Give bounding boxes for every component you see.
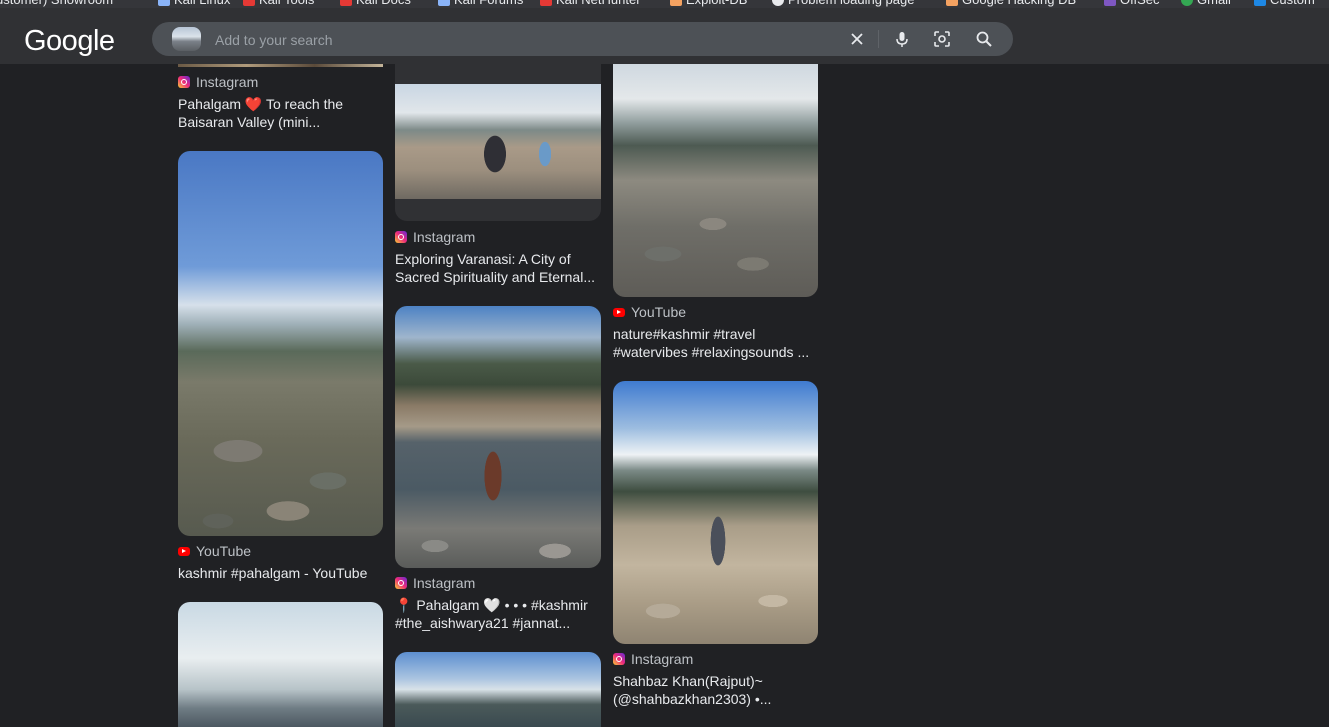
title-line: #the_aishwarya21 #jannat... [395,615,571,631]
kali-forums-icon [438,0,450,6]
bookmark-label: Kali Linux [174,0,230,8]
bookmark-label: Kali Forums [454,0,523,8]
bookmark-label: Problem loading page [788,0,914,8]
result-source[interactable]: YouTube [178,543,251,559]
bookmark-item[interactable]: OffSec [1104,0,1160,8]
google-logo[interactable]: Google [24,25,115,58]
bookmark-item[interactable]: ustomer) Showroom [0,0,113,8]
result-image-pahalgam-top[interactable] [178,64,383,67]
result-title[interactable]: 📍 Pahalgam 🤍 • • • #kashmir #the_aishwar… [395,596,600,632]
result-image-kashmir-stream[interactable] [613,64,818,297]
title-line: 📍 Pahalgam 🤍 • • • #kashmir [395,597,588,613]
bookmark-item[interactable]: Exploit-DB [670,0,747,8]
title-line: Pahalgam ❤️ To reach the [178,96,344,112]
bookmark-label: ustomer) Showroom [0,0,113,8]
bookmark-item[interactable]: Kali Tools [243,0,314,8]
microphone-icon[interactable] [892,29,912,49]
result-image-mountain-valley[interactable] [395,652,601,727]
bookmark-item[interactable]: Gmail [1181,0,1231,8]
bookmark-label: Kali Docs [356,0,411,8]
result-source[interactable]: Instagram [395,575,475,591]
clear-icon[interactable] [847,29,867,49]
result-source[interactable]: Instagram [395,229,475,245]
custom-icon [1254,0,1266,6]
result-title[interactable]: kashmir #pahalgam - YouTube [178,564,383,582]
source-label: Instagram [631,651,694,667]
result-title[interactable]: Pahalgam ❤️ To reach the Baisaran Valley… [178,95,383,131]
bookmark-label: OffSec [1120,0,1160,8]
source-label: Instagram [413,575,476,591]
result-image-mountain-sun[interactable] [178,602,383,727]
result-title[interactable]: Exploring Varanasi: A City of Sacred Spi… [395,250,600,286]
bookmark-item[interactable]: Google Hacking DB [946,0,1076,8]
bookmark-item[interactable]: Problem loading page [772,0,914,8]
title-line: Shahbaz Khan(Rajput)~ [613,673,763,689]
result-image-shahbaz[interactable] [613,381,818,644]
title-line: kashmir #pahalgam - YouTube [178,565,368,581]
result-source[interactable]: Instagram [178,74,258,90]
result-title[interactable]: nature#kashmir #travel #watervibes #rela… [613,325,818,361]
bookmark-label: Gmail [1197,0,1231,8]
kali-tools-icon [243,0,255,6]
bookmark-label: Exploit-DB [686,0,747,8]
result-source[interactable]: YouTube [613,304,686,320]
bookmark-item[interactable]: Kali Docs [340,0,411,8]
gmail-icon [1181,0,1193,6]
kali-docs-icon [340,0,352,6]
search-box[interactable] [152,22,1013,58]
title-line: Baisaran Valley (mini... [178,114,321,130]
bookmark-label: Kali Tools [259,0,314,8]
bookmark-item[interactable]: Kali Linux [158,0,230,8]
globe-icon [772,0,784,6]
title-line: Exploring Varanasi: A City of [395,251,571,267]
source-label: Instagram [196,74,259,90]
ghdb-icon [946,0,958,6]
google-header: Google [0,8,1329,64]
youtube-icon [178,547,190,556]
lens-icon[interactable] [932,29,952,49]
kali-icon [158,0,170,6]
instagram-icon [395,577,407,589]
instagram-icon [178,76,190,88]
bookmark-item[interactable]: Kali NetHunter [540,0,641,8]
result-source[interactable]: Instagram [613,651,693,667]
title-line: nature#kashmir #travel [613,326,756,342]
instagram-icon [613,653,625,665]
bookmark-item[interactable]: Custom [1254,0,1315,8]
offsec-icon [1104,0,1116,6]
youtube-icon [613,308,625,317]
bookmark-label: Google Hacking DB [962,0,1076,8]
exploit-db-icon [670,0,682,6]
result-title[interactable]: Shahbaz Khan(Rajput)~ (@shahbazkhan2303)… [613,672,818,708]
kali-nethunter-icon [540,0,552,6]
result-image-varanasi[interactable] [395,84,601,199]
result-image-pahalgam-woman[interactable] [395,306,601,568]
bookmark-label: Kali NetHunter [556,0,641,8]
source-label: Instagram [413,229,476,245]
source-label: YouTube [631,304,687,320]
title-line: (@shahbazkhan2303) •... [613,691,772,707]
title-line: #watervibes #relaxingsounds ... [613,344,810,360]
bookmark-label: Custom [1270,0,1315,8]
source-label: YouTube [196,543,252,559]
instagram-icon [395,231,407,243]
bookmarks-bar: ustomer) Showroom Kali Linux Kali Tools … [0,0,1329,8]
bookmark-item[interactable]: Kali Forums [438,0,523,8]
search-input[interactable] [213,22,837,58]
search-icon[interactable] [974,29,994,49]
result-image-kashmir-river[interactable] [178,151,383,536]
search-image-thumbnail[interactable] [172,27,201,51]
search-divider [878,30,879,48]
title-line: Sacred Spirituality and Eternal... [395,269,595,285]
